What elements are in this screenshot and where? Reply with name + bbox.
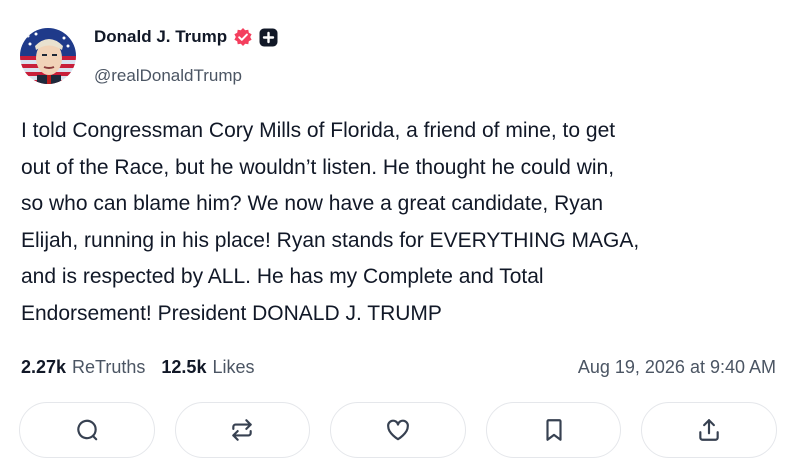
likes-label: Likes <box>212 356 255 377</box>
post-line: Endorsement! President DONALD J. TRUMP <box>21 301 442 325</box>
retruths-count: 2.27k <box>21 356 67 377</box>
likes-count: 12.5k <box>161 356 207 377</box>
post-actions <box>19 402 777 458</box>
post-line: so who can blame him? We now have a grea… <box>21 192 604 215</box>
post-timestamp[interactable]: Aug 19, 2026 at 9:40 AM <box>578 357 776 378</box>
avatar[interactable] <box>20 28 76 84</box>
like-button[interactable] <box>330 402 466 458</box>
reply-icon <box>77 419 98 441</box>
post-line: out of the Race, but he wouldn’t listen.… <box>21 155 615 179</box>
likes-stat[interactable]: 12.5k Likes <box>161 357 254 378</box>
display-name[interactable]: Donald J. Trump <box>94 27 227 47</box>
retruths-stat[interactable]: 2.27k ReTruths <box>21 357 145 378</box>
reply-button[interactable] <box>19 402 155 458</box>
bookmark-icon <box>545 419 562 441</box>
author-handle[interactable]: @realDonaldTrump <box>94 66 242 86</box>
share-icon <box>699 419 719 441</box>
post-line: Elijah, running in his place! Ryan stand… <box>21 228 640 252</box>
post-line: I told Congressman Cory Mills of Florida… <box>21 119 616 142</box>
retruth-icon <box>232 419 253 441</box>
retruth-button[interactable] <box>174 402 311 458</box>
bookmark-button[interactable] <box>485 402 622 458</box>
post-line: and is respected by ALL. He has my Compl… <box>21 265 544 288</box>
share-button[interactable] <box>641 402 777 458</box>
post-stats: 2.27k ReTruths 12.5k Likes Aug 19, 2026 … <box>21 354 776 380</box>
post-body: I told Congressman Cory Mills of Florida… <box>21 113 781 332</box>
truth-post: Donald J. Trump @realDonaldTrump I told … <box>0 0 800 467</box>
verified-badge-icon <box>233 27 253 47</box>
retruths-label: ReTruths <box>72 356 146 377</box>
like-icon <box>387 419 409 441</box>
plus-badge-icon <box>259 28 278 47</box>
author-name-row: Donald J. Trump <box>94 27 278 47</box>
